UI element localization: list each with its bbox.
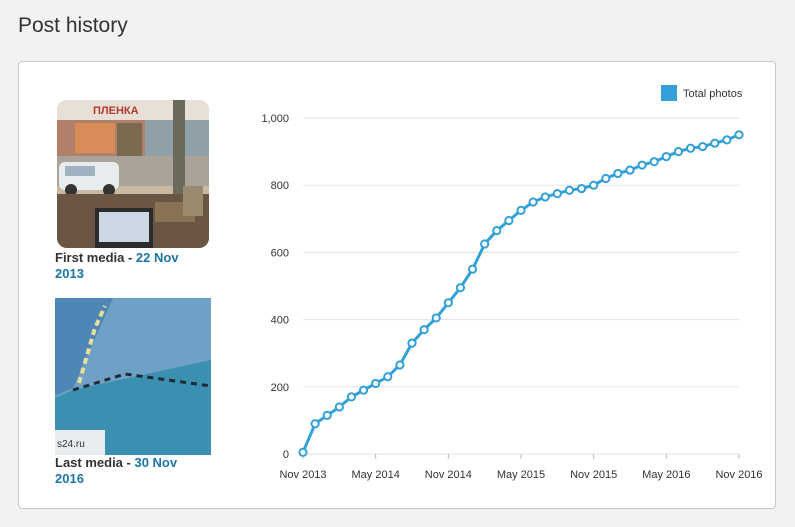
x-tick-label: Nov 2014 (425, 469, 472, 481)
first-media-label: First media - (55, 250, 136, 265)
data-point (371, 378, 381, 389)
data-point (346, 392, 357, 402)
data-point (322, 410, 332, 420)
x-tick-label: Nov 2016 (715, 469, 762, 481)
first-media-thumbnail[interactable]: ПЛЕНКА (55, 98, 211, 250)
last-media-thumbnail[interactable]: s24.ru (55, 298, 211, 455)
y-tick-label: 200 (271, 382, 289, 394)
data-point (298, 447, 308, 457)
data-point (504, 215, 514, 226)
x-tick-label: Nov 2013 (279, 469, 326, 481)
y-tick-label: 1,000 (261, 113, 289, 125)
data-point (564, 185, 575, 195)
data-point (419, 325, 429, 335)
first-media-sign-text: ПЛЕНКА (93, 105, 139, 117)
data-point (698, 141, 708, 152)
last-media-caption: Last media - 30 Nov 2016 (55, 455, 205, 487)
data-point (685, 143, 696, 153)
data-point (649, 157, 659, 167)
last-media-watermark: s24.ru (57, 439, 85, 450)
data-point (334, 402, 344, 412)
data-point (710, 138, 720, 148)
data-point (552, 189, 562, 199)
page-title: Post history (18, 14, 128, 37)
data-point (358, 385, 369, 395)
data-point (576, 183, 587, 194)
x-tick-label: May 2015 (497, 469, 545, 481)
y-tick-label: 400 (271, 315, 289, 327)
data-point (310, 419, 320, 429)
y-tick-label: 0 (283, 449, 289, 461)
data-point (589, 180, 599, 190)
data-point (734, 130, 744, 140)
data-point (407, 338, 417, 348)
data-point (637, 160, 647, 170)
last-media-label: Last media - (55, 455, 135, 470)
chart-svg: 0 200 400 600 800 1,000 Nov 2013 May 2014 Nov 20… (261, 85, 763, 481)
x-tick-label: Nov 2015 (570, 469, 617, 481)
data-point (540, 192, 550, 202)
data-point (625, 165, 635, 175)
data-point (480, 239, 490, 249)
data-point (431, 313, 441, 323)
legend-label: Total photos (683, 88, 743, 100)
first-media-caption: First media - 22 Nov 2013 (55, 250, 205, 282)
data-point (467, 264, 478, 274)
y-tick-label: 800 (271, 180, 289, 192)
data-point (492, 225, 502, 236)
y-tick-label: 600 (271, 247, 289, 259)
series-line (301, 133, 740, 453)
data-point (383, 372, 393, 382)
data-point (455, 283, 466, 293)
last-media-block: s24.ru Last media - 30 Nov 2016 (55, 298, 215, 487)
post-history-card: ПЛЕНКА First media - 22 Nov 2013 s24.ru … (18, 61, 776, 509)
data-point (601, 173, 611, 184)
data-point (673, 147, 684, 157)
data-point (528, 197, 538, 207)
x-tick-label: May 2014 (352, 469, 400, 481)
first-media-block: ПЛЕНКА First media - 22 Nov 2013 (55, 98, 215, 282)
data-point (722, 135, 732, 145)
total-photos-chart: 0 200 400 600 800 1,000 Nov 2013 May 2014 Nov 20… (241, 82, 771, 502)
data-point (395, 360, 405, 370)
data-point (613, 168, 623, 179)
legend-swatch (661, 85, 677, 101)
x-tick-label: May 2016 (642, 469, 690, 481)
data-point (516, 205, 526, 215)
data-point (443, 298, 453, 308)
data-point (661, 152, 671, 162)
